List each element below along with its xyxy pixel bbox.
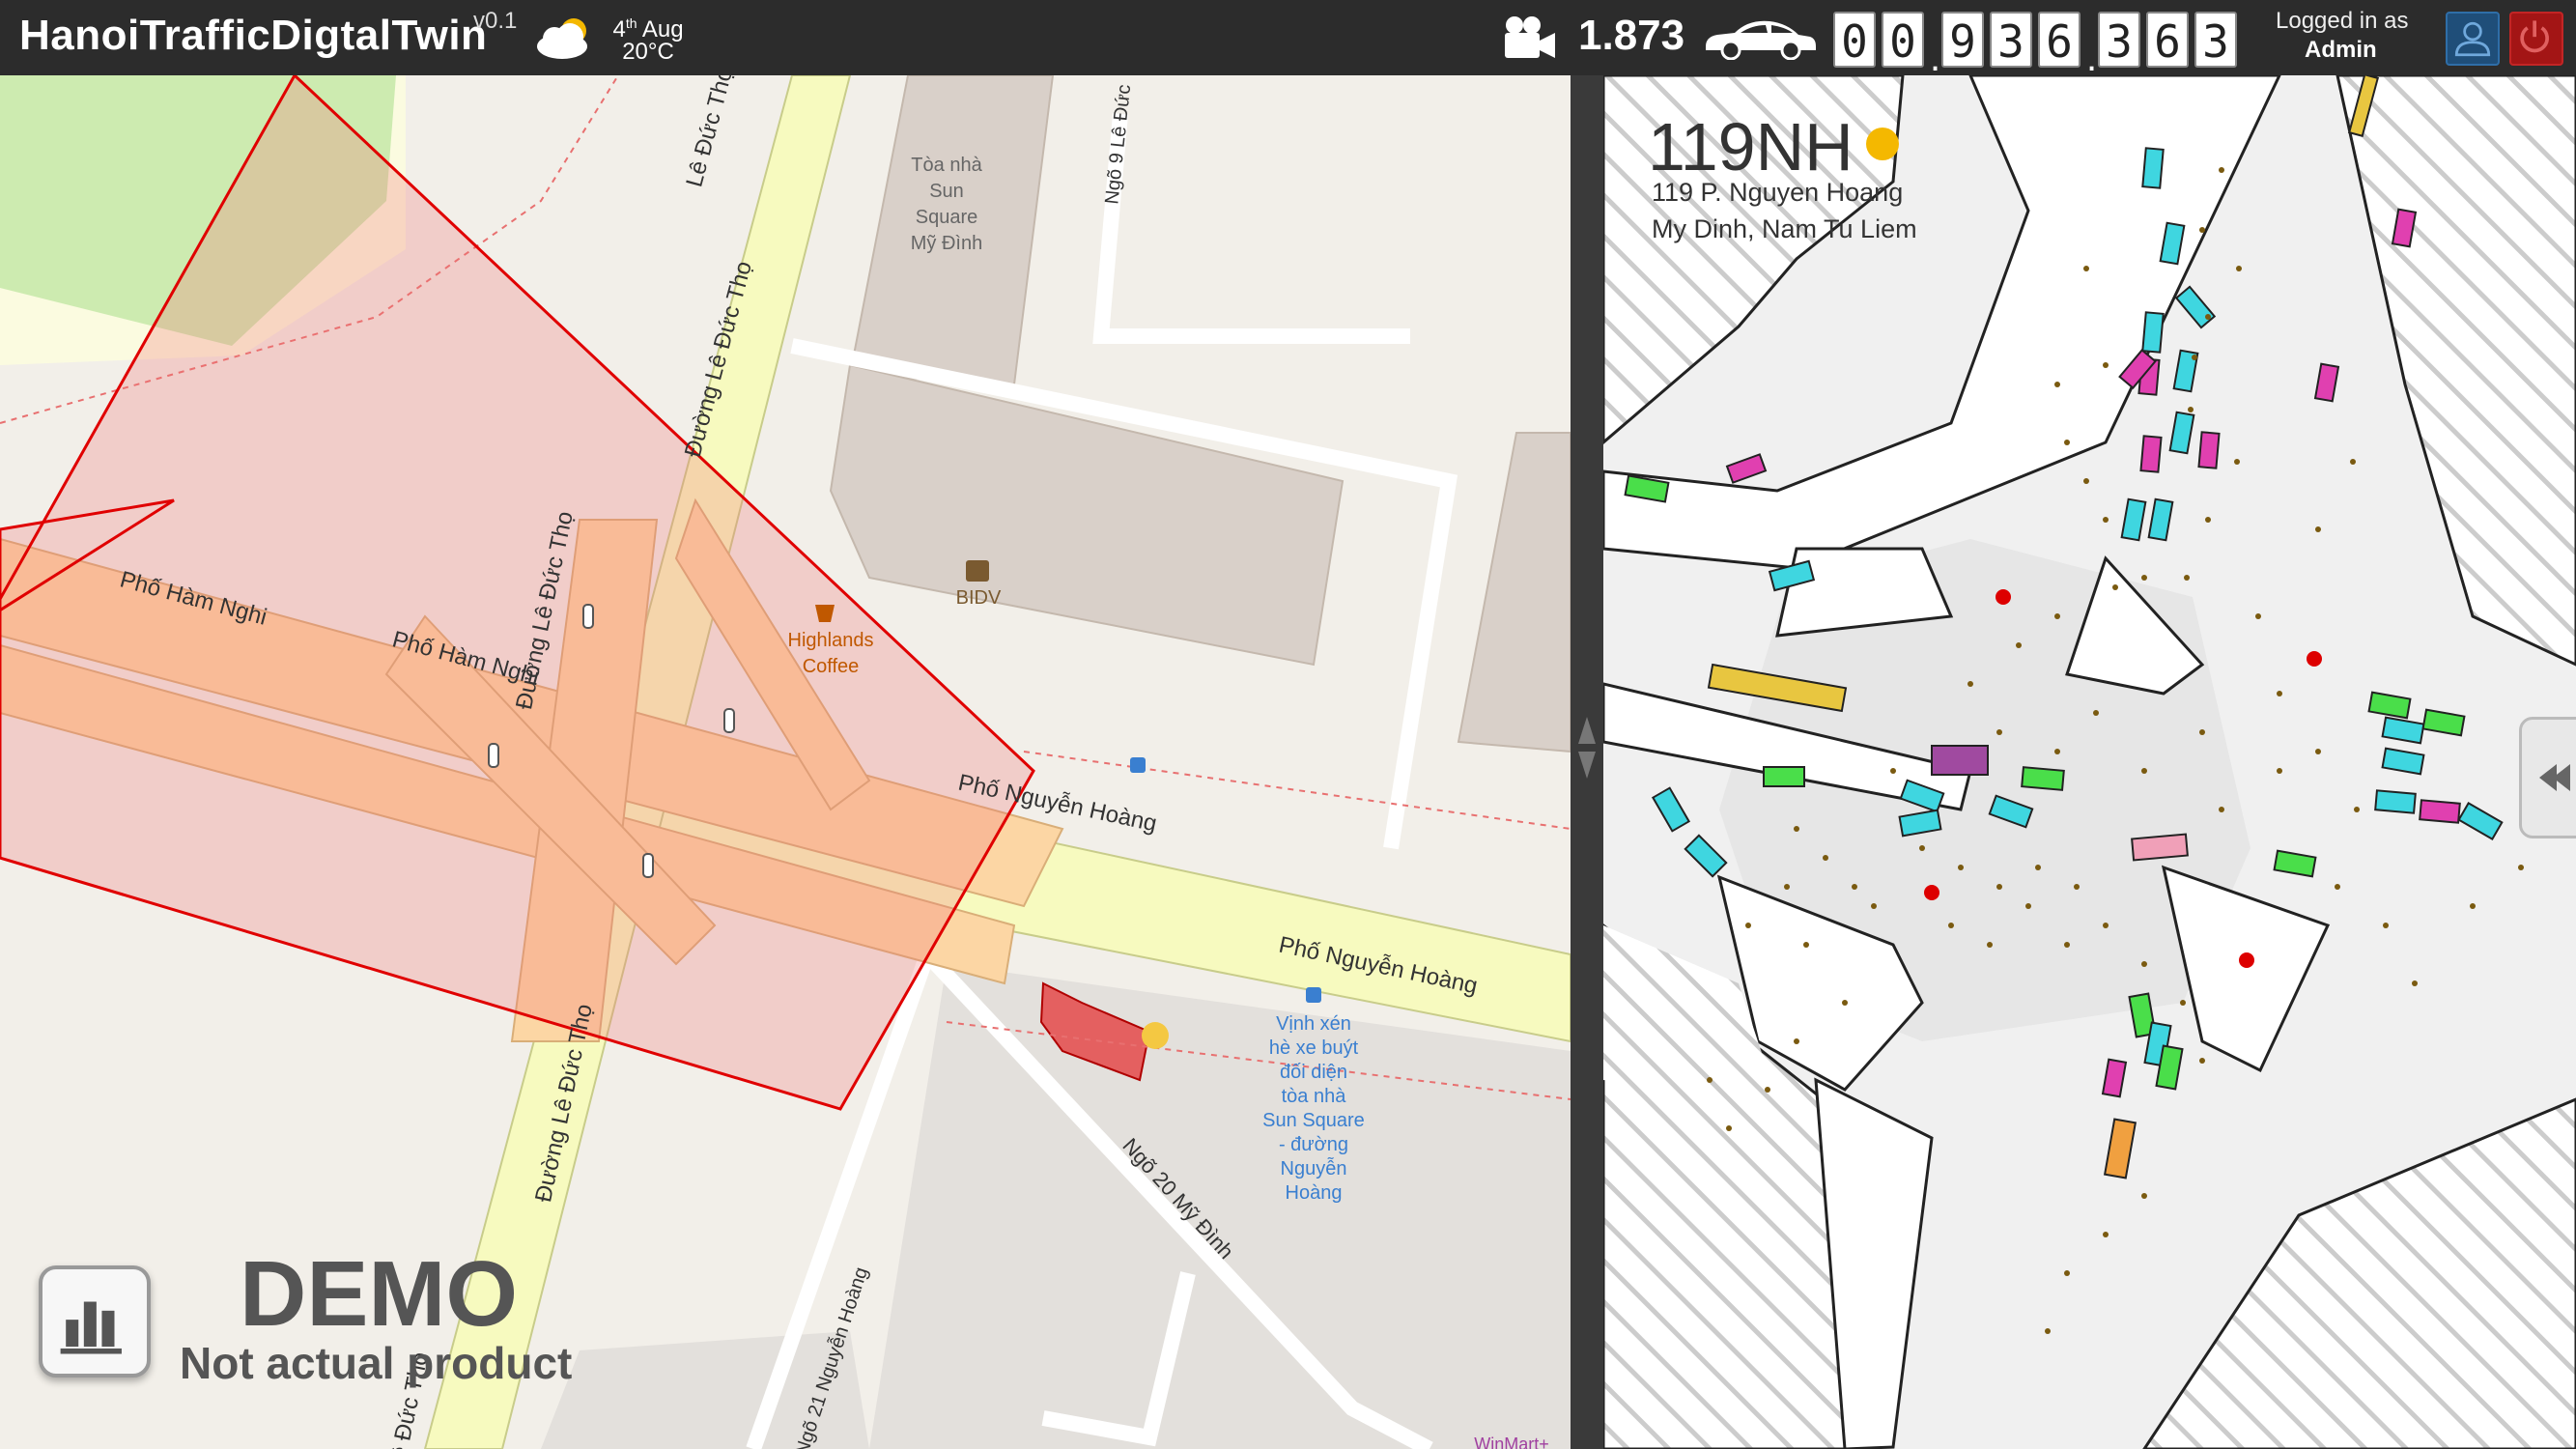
cloud-sun-icon bbox=[537, 18, 587, 59]
top-bar: HanoiTrafficDigtalTwin v0.1 4th Aug 20°C… bbox=[0, 0, 2576, 79]
poi-bidv[interactable]: BIDV bbox=[945, 585, 1012, 611]
street-map[interactable] bbox=[0, 75, 1571, 1449]
odometer-digit: 0 bbox=[1882, 12, 1924, 68]
vehicle-odometer: 00.936.363 bbox=[1833, 8, 2243, 79]
simulation-panel[interactable]: 119NH 119 P. Nguyen Hoang My Dinh, Nam T… bbox=[1603, 75, 2576, 1449]
odometer-separator: . bbox=[1930, 37, 1941, 79]
status-indicator bbox=[1866, 128, 1899, 160]
demo-watermark-subtitle: Not actual product bbox=[180, 1338, 573, 1388]
drag-handle-icon[interactable] bbox=[1576, 715, 1598, 781]
intersection-address-line2: My Dinh, Nam Tu Liem bbox=[1652, 214, 1917, 243]
poi-bus-stop[interactable]: Vịnh xén hè xe buýt đối diện tòa nhà Sun Squ… bbox=[1246, 1012, 1381, 1206]
odometer-digit: 9 bbox=[1941, 12, 1984, 68]
odometer-digit: 6 bbox=[2038, 12, 2081, 68]
poi-highlands-coffee[interactable]: Highlands Coffee bbox=[773, 628, 889, 680]
intersection-simulation bbox=[1603, 75, 2576, 1449]
odometer-digit: 6 bbox=[2146, 12, 2189, 68]
user-profile-button[interactable] bbox=[2446, 12, 2500, 66]
login-username: Admin bbox=[2305, 37, 2377, 63]
poi-winmart[interactable]: WinMart+ bbox=[1458, 1432, 1565, 1449]
odometer-digit: 3 bbox=[2194, 12, 2237, 68]
user-icon bbox=[2454, 21, 2491, 57]
demo-watermark-title: DEMO bbox=[240, 1242, 518, 1346]
poi-sun-square[interactable]: Tòa nhà Sun Square Mỹ Đình bbox=[889, 153, 1005, 257]
app-version: v0.1 bbox=[473, 8, 518, 34]
odometer-digit: 3 bbox=[2098, 12, 2140, 68]
odometer-separator: . bbox=[2086, 37, 2098, 79]
camera-count: 1.873 bbox=[1578, 12, 1685, 59]
collapse-panel-button[interactable] bbox=[2519, 717, 2576, 838]
login-label: Logged in as bbox=[2276, 8, 2409, 34]
intersection-address-line1: 119 P. Nguyen Hoang bbox=[1652, 178, 1904, 207]
odometer-digit: 0 bbox=[1833, 12, 1876, 68]
logout-button[interactable] bbox=[2509, 12, 2563, 66]
odometer-digit: 3 bbox=[1990, 12, 2032, 68]
app-title: HanoiTrafficDigtalTwin bbox=[19, 12, 488, 59]
chevron-left-icon bbox=[2539, 764, 2570, 791]
bar-chart-icon bbox=[60, 1301, 122, 1354]
intersection-code: 119NH bbox=[1648, 109, 1854, 185]
car-icon bbox=[1706, 20, 1816, 60]
map-panel[interactable]: Phố Hàm Nghi Phố Hàm Nghi Lê Đức Thọ Đườ… bbox=[0, 75, 1571, 1449]
power-icon bbox=[2520, 20, 2549, 53]
camera-icon[interactable] bbox=[1501, 14, 1557, 62]
weather-temperature: 20°C bbox=[622, 39, 674, 65]
statistics-button[interactable] bbox=[39, 1265, 151, 1378]
